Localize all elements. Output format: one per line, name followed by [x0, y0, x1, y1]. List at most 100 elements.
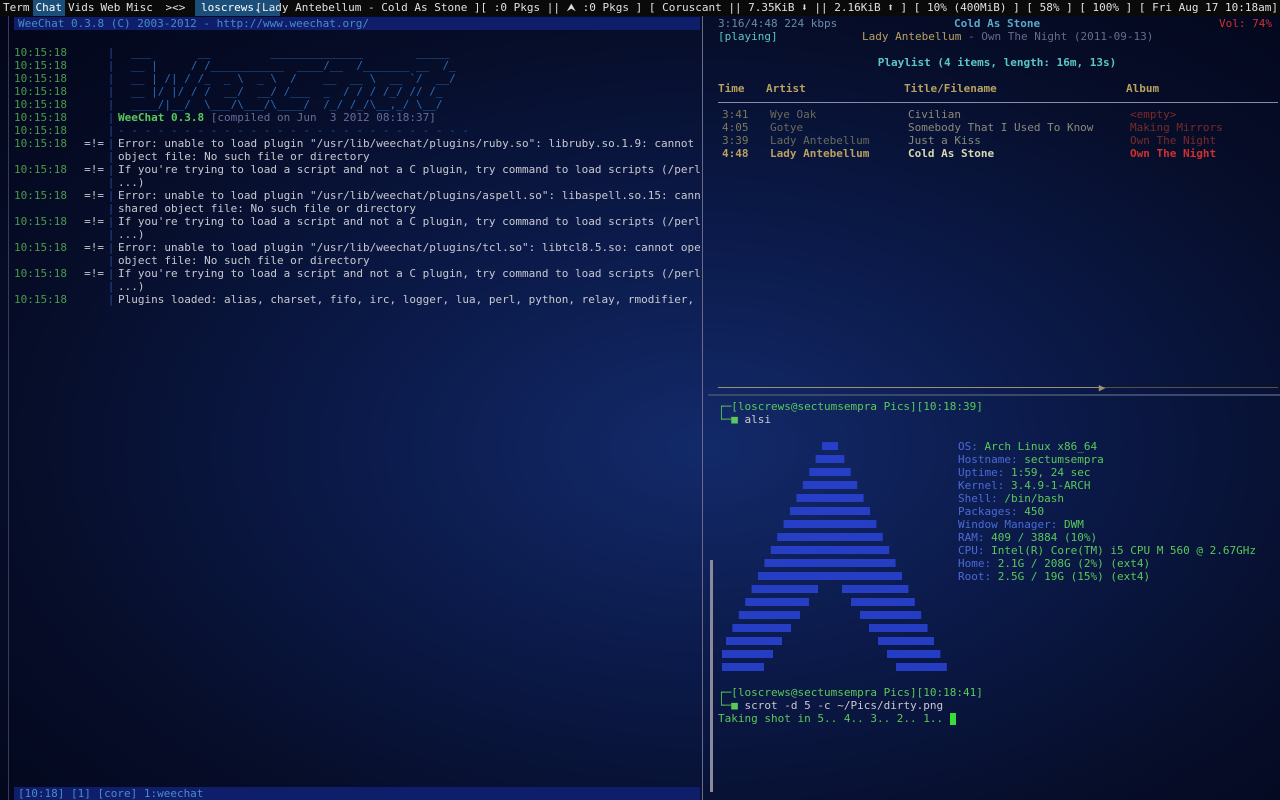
logo-line: 10:15:18 | ___ __ ______________ _____: [14, 46, 450, 59]
sysinfo-line: Hostname: sectumsempra: [958, 453, 1104, 466]
logo-segment: [714, 663, 764, 671]
buffer-line: 10:15:18 | - - - - - - - - - - - - - - - -…: [14, 124, 469, 137]
status-text: [Lady Antebellum - Cold As Stone ][ :0 P…: [255, 1, 1278, 14]
progress-marker: ▶: [1098, 381, 1106, 394]
logo-line: 10:15:18 | __ | / /___________ ____/__ /_…: [14, 59, 456, 72]
tag-misc[interactable]: Misc: [123, 0, 156, 16]
buffer-line: | object file: No such file or directory: [107, 150, 370, 163]
progress-bar[interactable]: [718, 387, 1278, 388]
buffer-line: |...): [107, 228, 145, 241]
sysinfo-line: Kernel: 3.4.9-1-ARCH: [958, 479, 1091, 492]
logo-segment: [719, 650, 773, 658]
logo-segment: [758, 572, 902, 580]
logo-segment: [887, 650, 941, 658]
playlist-row[interactable]: 4:48 Lady Antebellum Cold As Stone Own The …: [718, 147, 1278, 160]
terminal-pane[interactable]: ┌─[loscrews@sectumsempra Pics][10:18:39]…: [714, 396, 1280, 800]
buffer-line: 10:15:18 | WeeChat 0.3.8 [compiled on Jun …: [14, 111, 436, 124]
sysinfo-line: Shell: /bin/bash: [958, 492, 1064, 505]
playlist-time: 3:41: [722, 108, 749, 121]
logo-segment: [860, 611, 922, 619]
playlist-header: Playlist (4 items, length: 16m, 13s): [877, 56, 1117, 69]
playlist-title: Cold As Stone: [908, 147, 995, 160]
command-output: Taking shot in 5.. 4.. 3.. 2.. 1..: [718, 712, 956, 725]
arch-logo-art: [714, 438, 952, 678]
playlist-album: Own The Night: [1130, 147, 1217, 160]
prompt-line-2: ┌─[loscrews@sectumsempra Pics][10:18:41]: [718, 686, 983, 699]
weechat-pane[interactable]: WeeChat 0.3.8 (C) 2003-2012 - http://www…: [10, 16, 700, 800]
logo-segment: [777, 533, 883, 541]
logo-line: 10:15:18 | __ | /| / /_ _ \ _ \ / __ __ \…: [14, 72, 456, 85]
playlist-row[interactable]: 4:05 Gotye Somebody That I Used To Know Mak…: [718, 121, 1278, 134]
left-border: [8, 16, 9, 800]
buffer-line: 10:15:18 =!= | Error: unable to load plugin…: [14, 137, 695, 150]
weechat-title-bar: WeeChat 0.3.8 (C) 2003-2012 - http://www…: [14, 17, 700, 30]
logo-segment: [751, 585, 818, 593]
playlist-artist: Lady Antebellum: [770, 147, 870, 160]
playlist-artist: Gotye: [770, 121, 804, 134]
logo-segment: [802, 481, 858, 489]
playlist-title: Just a Kiss: [908, 134, 981, 147]
playlist-album: <empty>: [1130, 108, 1177, 121]
column-divider: [718, 102, 1278, 103]
playlist-time: 4:05: [722, 121, 749, 134]
playlist-title: Somebody That I Used To Know: [908, 121, 1094, 134]
logo-segment: [764, 559, 896, 567]
playlist-artist: Lady Antebellum: [770, 134, 870, 147]
command-line-1: └─■ alsi: [718, 413, 771, 426]
column-artist: Artist: [766, 82, 806, 95]
ncmpcpp-pane[interactable]: 3:16/4:48 224 kbps Cold As Stone Vol: 74…: [714, 16, 1280, 396]
tag-vids[interactable]: Vids: [65, 0, 98, 16]
sysinfo-line: Root: 2.5G / 19G (15%) (ext4): [958, 570, 1151, 583]
buffer-line: 10:15:18 =!= | Error: unable to load plugin…: [14, 189, 700, 202]
logo-segment: [783, 520, 877, 528]
column-time: Time: [718, 82, 745, 95]
buffer-line: | shared object file: No such file or dir…: [107, 202, 417, 215]
sysinfo-line: Window Manager: DWM: [958, 518, 1084, 531]
sysinfo-line: Packages: 450: [958, 505, 1045, 518]
sysinfo-line: Home: 2.1G / 208G (2%) (ext4): [958, 557, 1151, 570]
text-cursor: [949, 713, 956, 725]
logo-segment: [790, 507, 870, 515]
buffer-line: 10:15:18 | Plugins loaded: alias, charset,…: [14, 293, 700, 306]
tag-chat[interactable]: Chat: [32, 0, 65, 16]
buffer-line: |...): [107, 280, 145, 293]
buffer-line: 10:15:18 =!= | Error: unable to load plugin…: [14, 241, 700, 254]
logo-line: 10:15:18 | ____/|__/ \___/\___/\____/ /_/…: [14, 98, 443, 111]
tag-term[interactable]: Term: [0, 0, 33, 16]
tag-web[interactable]: Web: [98, 0, 124, 16]
arch-logo-icon: [714, 442, 947, 671]
logo-segment: [851, 598, 915, 606]
logo-segment: [809, 468, 851, 476]
buffer-line: | object file: No such file or directory: [107, 254, 370, 267]
sysinfo-line: CPU: Intel(R) Core(TM) i5 CPU M 560 @ 2.…: [958, 544, 1257, 557]
now-playing-album: - Own The Night (2011-09-13): [961, 30, 1154, 43]
player-state: [playing]: [718, 30, 778, 43]
playback-time: 3:16/4:48 224 kbps: [718, 17, 838, 30]
terminal-scrollbar[interactable]: [710, 560, 713, 792]
logo-segment: [842, 585, 909, 593]
pane-divider[interactable]: [702, 16, 703, 800]
playlist-album: Making Mirrors: [1130, 121, 1223, 134]
logo-segment: [815, 455, 845, 463]
column-title-filename: Title/Filename: [904, 82, 997, 95]
column-album: Album: [1126, 82, 1160, 95]
playlist-row[interactable]: 3:41 Wye Oak Civilian <empty>: [718, 108, 1278, 121]
logo-segment: [745, 598, 809, 606]
logo-segment: [896, 663, 947, 671]
sysinfo-line: RAM: 409 / 3884 (10%): [958, 531, 1098, 544]
layout-symbol[interactable]: ><>: [163, 0, 189, 16]
playlist-row[interactable]: 3:39 Lady Antebellum Just a Kiss Own The Ni…: [718, 134, 1278, 147]
top-status-bar: Term Chat Vids Web Misc ><> loscrews... [Lad…: [0, 0, 1280, 16]
playlist-artist: Wye Oak: [770, 108, 817, 121]
buffer-line: 10:15:18 =!= | If you're trying to load a s…: [14, 163, 700, 176]
playlist-album: Own The Night: [1130, 134, 1217, 147]
sysinfo-line: OS: Arch Linux x86_64: [958, 440, 1098, 453]
current-song-title: Cold As Stone: [954, 17, 1041, 30]
buffer-line: 10:15:18 =!= | If you're trying to load a s…: [14, 215, 700, 228]
logo-segment: [796, 494, 864, 502]
now-playing: Lady Antebellum - Own The Night (2011-09…: [862, 30, 1153, 43]
weechat-status-text: [10:18] [1] [core] 1:weechat: [18, 787, 204, 800]
logo-segment: [770, 546, 890, 554]
command-line-2: └─■ scrot -d 5 -c ~/Pics/dirty.png: [718, 699, 944, 712]
weechat-status-bar: [10:18] [1] [core] 1:weechat: [14, 787, 700, 800]
